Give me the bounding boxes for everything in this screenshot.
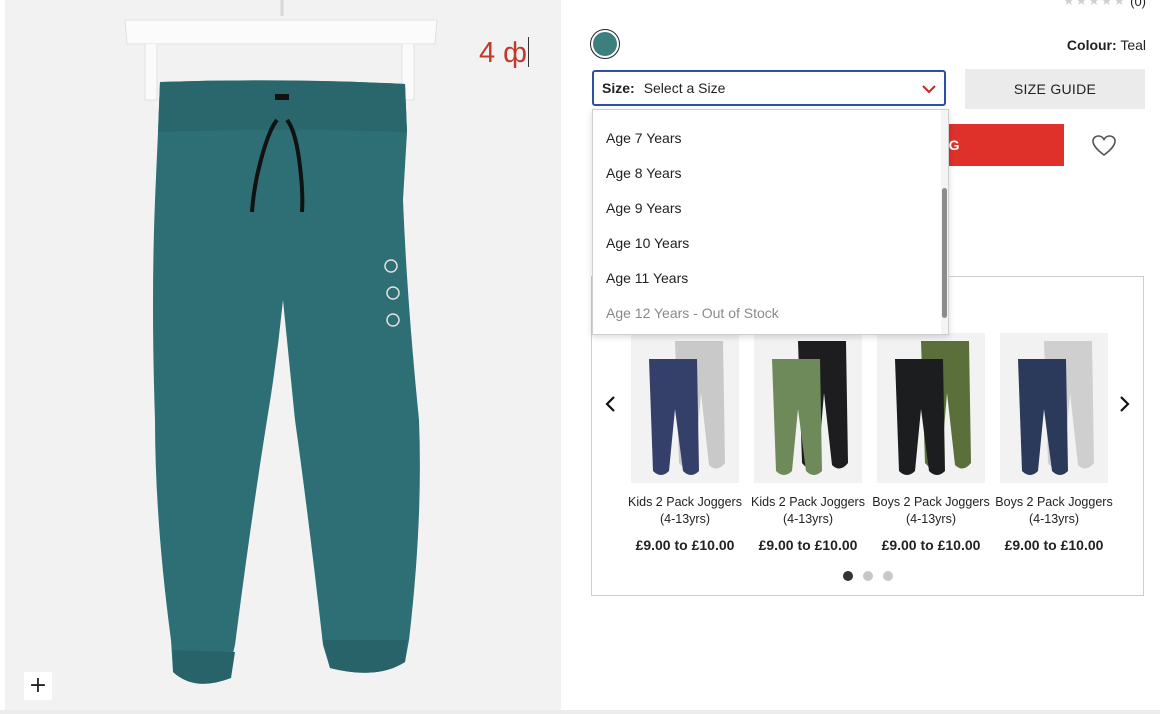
typed-text: 4 ф bbox=[479, 37, 528, 69]
size-option[interactable]: Age 7 Years bbox=[606, 130, 682, 146]
jogger-front bbox=[895, 359, 945, 475]
joggers-image bbox=[1018, 341, 1094, 475]
size-option[interactable]: Age 9 Years bbox=[606, 200, 682, 216]
typed-text-overlay: 4 ф bbox=[479, 37, 530, 70]
jogger-front bbox=[1018, 359, 1068, 475]
swatch-fill bbox=[593, 32, 617, 56]
heart-icon[interactable] bbox=[1091, 134, 1117, 158]
joggers-image bbox=[649, 341, 725, 475]
colour-value: Teal bbox=[1120, 37, 1146, 53]
jogger-front bbox=[772, 359, 822, 475]
size-label: Size: bbox=[602, 80, 635, 96]
product-name[interactable]: Boys 2 Pack Joggers (4-13yrs) bbox=[866, 494, 996, 528]
jogger-front bbox=[649, 359, 699, 475]
carousel-pagination bbox=[843, 571, 893, 581]
page-bottom-band bbox=[0, 710, 1160, 714]
product-price: £9.00 to £10.00 bbox=[1004, 537, 1104, 553]
product-price: £9.00 to £10.00 bbox=[635, 537, 735, 553]
chevron-down-icon bbox=[922, 85, 936, 94]
colour-line: Colour: Teal bbox=[1067, 37, 1146, 53]
product-name[interactable]: Kids 2 Pack Joggers (4-13yrs) bbox=[620, 494, 750, 528]
carousel-dot[interactable] bbox=[883, 571, 893, 581]
plus-icon: + bbox=[28, 673, 48, 698]
product-thumbnail[interactable] bbox=[1000, 333, 1108, 483]
joggers-image bbox=[772, 341, 848, 475]
product-thumbnail[interactable] bbox=[877, 333, 985, 483]
size-select[interactable]: Size: Select a Size bbox=[592, 70, 946, 106]
product-image bbox=[124, 0, 438, 684]
product-name[interactable]: Kids 2 Pack Joggers (4-13yrs) bbox=[743, 494, 873, 528]
product-card[interactable]: Kids 2 Pack Joggers (4-13yrs) £9.00 to £… bbox=[751, 333, 865, 553]
colour-label: Colour: bbox=[1066, 37, 1117, 53]
star-rating-icon: ★★★★★ bbox=[1062, 0, 1127, 9]
chevron-left-icon[interactable] bbox=[602, 392, 618, 416]
carousel-dot[interactable] bbox=[863, 571, 873, 581]
colour-swatch-teal[interactable] bbox=[590, 29, 620, 59]
product-thumbnail[interactable] bbox=[631, 333, 739, 483]
carousel-dot[interactable] bbox=[843, 571, 853, 581]
product-price: £9.00 to £10.00 bbox=[758, 537, 858, 553]
product-price: £9.00 to £10.00 bbox=[881, 537, 981, 553]
size-selected-value: Select a Size bbox=[643, 80, 726, 96]
product-name[interactable]: Boys 2 Pack Joggers (4-13yrs) bbox=[989, 494, 1119, 528]
dropdown-scrollbar-thumb[interactable] bbox=[942, 188, 947, 318]
size-option[interactable]: Age 11 Years bbox=[606, 270, 688, 286]
size-option-out-of-stock: Age 12 Years - Out of Stock bbox=[606, 305, 779, 321]
size-dropdown-list[interactable]: Age 7 Years Age 8 Years Age 9 Years Age … bbox=[592, 109, 949, 335]
zoom-button[interactable]: + bbox=[24, 672, 52, 700]
joggers-image bbox=[895, 341, 971, 475]
product-image-panel[interactable]: + bbox=[5, 0, 561, 714]
size-option[interactable]: Age 8 Years bbox=[606, 165, 682, 181]
size-option[interactable]: Age 10 Years bbox=[606, 235, 689, 251]
product-card[interactable]: Boys 2 Pack Joggers (4-13yrs) £9.00 to £… bbox=[872, 333, 990, 553]
product-card[interactable]: Boys 2 Pack Joggers (4-13yrs) £9.00 to £… bbox=[995, 333, 1113, 553]
chevron-right-icon[interactable] bbox=[1117, 392, 1133, 416]
product-card[interactable]: Kids 2 Pack Joggers (4-13yrs) £9.00 to £… bbox=[628, 333, 742, 553]
product-thumbnail[interactable] bbox=[754, 333, 862, 483]
rating-summary[interactable]: ★★★★★ (0) bbox=[1063, 0, 1146, 9]
size-guide-button[interactable]: SIZE GUIDE bbox=[965, 69, 1145, 109]
text-caret bbox=[528, 37, 530, 67]
review-count: (0) bbox=[1130, 0, 1146, 9]
